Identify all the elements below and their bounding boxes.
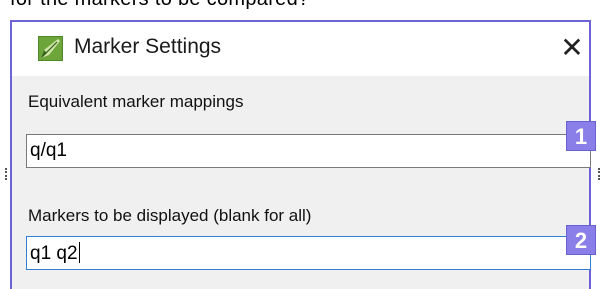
- equivalent-marker-mappings-label: Equivalent marker mappings: [28, 92, 244, 111]
- title-bar: Marker Settings ✕: [12, 22, 589, 76]
- close-button[interactable]: ✕: [556, 31, 588, 65]
- page: for the markers to be compared? Marker S…: [0, 0, 605, 289]
- markers-displayed-label: Markers to be displayed (blank for all): [28, 206, 312, 225]
- background-partial-text: for the markers to be compared?: [10, 0, 309, 11]
- text-caret: [78, 242, 80, 263]
- annotation-badge-1: 1: [566, 121, 596, 151]
- right-edge-marker: [598, 168, 604, 180]
- equivalent-marker-mappings-value: q/q1: [30, 140, 67, 161]
- markers-displayed-value: q1 q2: [30, 243, 78, 264]
- annotation-badge-2: 2: [566, 225, 596, 255]
- markers-displayed-input[interactable]: q1 q2: [26, 236, 591, 270]
- equivalent-marker-mappings-input[interactable]: q/q1: [26, 134, 591, 168]
- marker-settings-dialog: Marker Settings ✕ Equivalent marker mapp…: [10, 20, 596, 289]
- dialog-title: Marker Settings: [74, 35, 222, 58]
- leaf-marker-app-icon: [38, 36, 63, 61]
